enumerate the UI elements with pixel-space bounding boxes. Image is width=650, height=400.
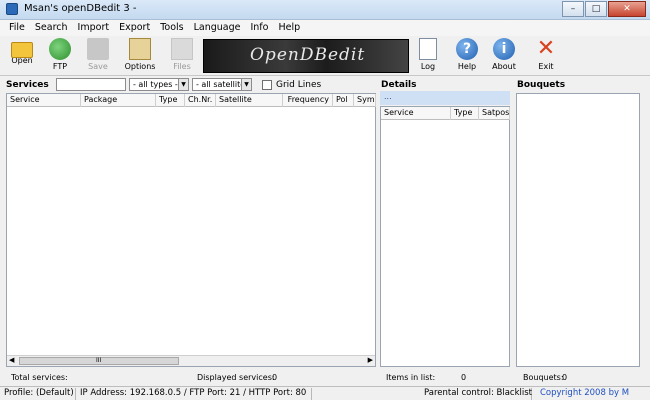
grid-lines-checkbox[interactable]: [262, 80, 272, 90]
menu-tools[interactable]: Tools: [155, 20, 188, 36]
services-list[interactable]: Service Package Type Ch.Nr. Satellite Fr…: [6, 93, 376, 367]
details-title: Details: [381, 80, 417, 90]
bouquets-title: Bouquets: [517, 80, 566, 90]
services-column-headers: Service Package Type Ch.Nr. Satellite Fr…: [7, 94, 376, 107]
help-button[interactable]: ? Help: [449, 38, 485, 74]
menu-search[interactable]: Search: [30, 20, 73, 36]
menu-file[interactable]: File: [4, 20, 30, 36]
status-copyright: Copyright 2008 by M: [540, 388, 630, 398]
files-label: Files: [173, 62, 191, 71]
logo-text: OpenDBedit: [250, 45, 366, 65]
col-symbol[interactable]: Symbo: [354, 94, 376, 107]
exit-icon: ✕: [536, 36, 556, 61]
chevron-down-icon: ▼: [241, 79, 251, 90]
col-pol[interactable]: Pol: [333, 94, 354, 107]
satellites-dropdown[interactable]: - all satellites - ▼: [192, 78, 252, 100]
log-icon: [419, 38, 437, 60]
scroll-right-icon[interactable]: ▶: [368, 356, 373, 364]
open-button[interactable]: Open: [4, 38, 40, 74]
menu-export[interactable]: Export: [114, 20, 155, 36]
save-label: Save: [88, 62, 108, 71]
log-label: Log: [420, 62, 436, 71]
title-bar: Msan's openDBedit 3 - – □ ✕: [0, 0, 650, 20]
ftp-label: FTP: [52, 62, 68, 71]
save-button[interactable]: Save: [80, 38, 116, 74]
menu-language[interactable]: Language: [189, 20, 246, 36]
menu-info[interactable]: Info: [245, 20, 273, 36]
scroll-grip: III: [96, 357, 102, 364]
disk-icon: [87, 38, 109, 60]
col-service[interactable]: Service: [7, 94, 81, 107]
details-column-headers: Service Type Satpos: [381, 107, 510, 120]
col-satellite[interactable]: Satellite: [216, 94, 283, 107]
services-horizontal-scrollbar[interactable]: ◀ III ▶: [7, 355, 375, 366]
status-profile: Profile: (Default): [0, 388, 76, 400]
details-list[interactable]: Service Type Satpos: [380, 106, 510, 367]
chevron-down-icon: ▼: [178, 79, 188, 90]
displayed-services-label: Displayed services:: [197, 373, 275, 382]
col-package[interactable]: Package: [81, 94, 156, 107]
col-chnr[interactable]: Ch.Nr.: [185, 94, 216, 107]
maximize-button[interactable]: □: [585, 1, 607, 17]
scroll-left-icon[interactable]: ◀: [9, 356, 14, 364]
status-parental-control: Parental control: Blacklist: [420, 388, 532, 400]
ftp-icon: [49, 38, 71, 60]
items-in-list-label: Items in list:: [386, 373, 436, 382]
minimize-button[interactable]: –: [562, 1, 584, 17]
col-frequency[interactable]: Frequency: [283, 94, 333, 107]
displayed-services-value: 0: [272, 373, 278, 382]
options-button[interactable]: Options: [122, 38, 158, 74]
about-label: About: [492, 62, 516, 71]
files-icon: [171, 38, 193, 60]
options-label: Options: [124, 62, 156, 71]
help-label: Help: [457, 62, 477, 71]
window-title: Msan's openDBedit 3 -: [24, 3, 137, 14]
services-title: Services: [6, 80, 49, 90]
menu-import[interactable]: Import: [73, 20, 115, 36]
menu-help[interactable]: Help: [273, 20, 305, 36]
col-details-satpos[interactable]: Satpos: [479, 107, 510, 120]
exit-button[interactable]: ✕ Exit: [528, 38, 564, 74]
bouquets-count-label: Bouquets:: [523, 373, 564, 382]
service-search-input[interactable]: [56, 78, 126, 91]
help-icon: ?: [456, 38, 478, 60]
opendbedit-logo: OpenDBedit: [203, 39, 409, 73]
grid-lines-label: Grid Lines: [276, 80, 322, 90]
folder-icon: [11, 42, 33, 58]
exit-label: Exit: [538, 62, 554, 71]
bouquets-count-value: 0: [562, 373, 568, 382]
col-type[interactable]: Type: [156, 94, 185, 107]
items-in-list-value: 0: [461, 373, 467, 382]
bouquets-list[interactable]: [516, 93, 640, 367]
types-selected: - all types -: [133, 80, 178, 89]
close-button[interactable]: ✕: [608, 1, 646, 17]
ftp-button[interactable]: FTP: [42, 38, 78, 74]
info-icon: i: [493, 38, 515, 60]
details-path-bar: ...: [380, 91, 510, 105]
total-services-label: Total services:: [11, 373, 68, 382]
about-button[interactable]: i About: [486, 38, 522, 74]
status-bar: Profile: (Default) IP Address: 192.168.0…: [0, 386, 650, 400]
scroll-thumb[interactable]: III: [19, 357, 179, 365]
window-controls: – □ ✕: [561, 1, 646, 17]
log-button[interactable]: Log: [410, 38, 446, 74]
col-details-service[interactable]: Service: [381, 107, 451, 120]
app-icon: [6, 3, 18, 15]
status-network: IP Address: 192.168.0.5 / FTP Port: 21 /…: [76, 388, 312, 400]
col-details-type[interactable]: Type: [451, 107, 479, 120]
types-dropdown[interactable]: - all types - ▼: [129, 78, 189, 91]
files-button[interactable]: Files: [164, 38, 200, 74]
menu-bar: File Search Import Export Tools Language…: [0, 20, 650, 36]
options-icon: [129, 38, 151, 60]
